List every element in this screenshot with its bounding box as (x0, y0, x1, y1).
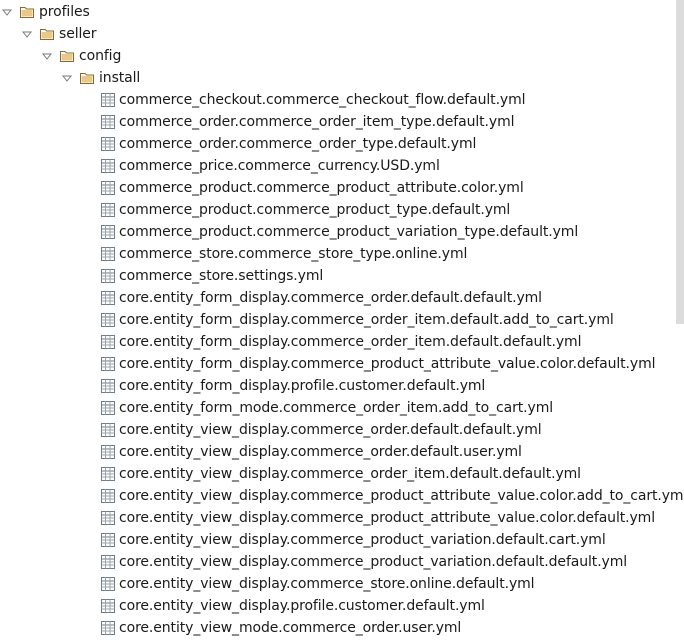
tree-row-file[interactable]: core.entity_view_display.commerce_order.… (101, 419, 542, 441)
yml-file-icon (101, 93, 115, 107)
tree-row-file[interactable]: core.entity_view_mode.commerce_order.use… (101, 617, 461, 639)
yml-file-icon (101, 467, 115, 481)
file-label: commerce_store.commerce_store_type.onlin… (119, 246, 468, 262)
tree-row-file[interactable]: commerce_order.commerce_order_item_type.… (101, 111, 515, 133)
tree-row-file[interactable]: core.entity_form_display.commerce_order_… (101, 309, 614, 331)
yml-file-icon (101, 423, 115, 437)
file-label: core.entity_view_display.commerce_store.… (119, 576, 535, 592)
yml-file-icon (101, 335, 115, 349)
yml-file-icon (101, 225, 115, 239)
file-label: core.entity_form_display.commerce_produc… (119, 356, 656, 372)
yml-file-icon (101, 511, 115, 525)
yml-file-icon (101, 115, 115, 129)
yml-file-icon (101, 577, 115, 591)
file-label: commerce_product.commerce_product_attrib… (119, 180, 524, 196)
folder-label: install (99, 70, 141, 86)
tree-row-file[interactable]: commerce_checkout.commerce_checkout_flow… (101, 89, 526, 111)
yml-file-icon (101, 445, 115, 459)
file-label: commerce_order.commerce_order_type.defau… (119, 136, 477, 152)
tree-row-seller[interactable]: seller (22, 23, 97, 45)
file-label: core.entity_view_display.commerce_produc… (119, 510, 655, 526)
folder-icon (80, 72, 94, 84)
file-label: core.entity_view_display.profile.custome… (119, 598, 485, 614)
yml-file-icon (101, 379, 115, 393)
chevron-down-icon[interactable] (62, 73, 72, 83)
yml-file-icon (101, 401, 115, 415)
folder-icon (20, 6, 34, 18)
folder-label: config (79, 48, 122, 64)
file-label: core.entity_view_display.commerce_produc… (119, 488, 684, 504)
tree-row-file[interactable]: core.entity_view_display.commerce_produc… (101, 485, 684, 507)
file-label: commerce_store.settings.yml (119, 268, 324, 284)
file-label: core.entity_form_mode.commerce_order_ite… (119, 400, 554, 416)
file-label: commerce_product.commerce_product_type.d… (119, 202, 511, 218)
yml-file-icon (101, 181, 115, 195)
folder-label: profiles (39, 4, 90, 20)
tree-row-file[interactable]: core.entity_form_display.commerce_order.… (101, 287, 542, 309)
file-label: core.entity_view_display.commerce_order_… (119, 466, 581, 482)
tree-row-file[interactable]: core.entity_view_display.commerce_store.… (101, 573, 535, 595)
tree-row-file[interactable]: core.entity_view_display.profile.custome… (101, 595, 485, 617)
file-label: core.entity_form_display.commerce_order_… (119, 334, 582, 350)
tree-row-file[interactable]: core.entity_view_display.commerce_order_… (101, 463, 581, 485)
file-label: core.entity_view_mode.commerce_order.use… (119, 620, 462, 636)
file-label: core.entity_view_display.commerce_order.… (119, 422, 542, 438)
file-label: commerce_order.commerce_order_item_type.… (119, 114, 515, 130)
project-file-tree: profiles seller config install commerce_… (0, 0, 684, 644)
file-label: commerce_price.commerce_currency.USD.yml (119, 158, 440, 174)
yml-file-icon (101, 159, 115, 173)
tree-row-profiles[interactable]: profiles (2, 1, 90, 23)
tree-row-file[interactable]: core.entity_view_display.commerce_produc… (101, 529, 606, 551)
tree-row-file[interactable]: core.entity_view_display.commerce_produc… (101, 507, 655, 529)
tree-row-file[interactable]: core.entity_view_display.commerce_produc… (101, 551, 627, 573)
yml-file-icon (101, 357, 115, 371)
file-label: core.entity_view_display.commerce_order.… (119, 444, 522, 460)
tree-row-file[interactable]: core.entity_form_mode.commerce_order_ite… (101, 397, 553, 419)
tree-row-file[interactable]: commerce_order.commerce_order_type.defau… (101, 133, 476, 155)
tree-row-file[interactable]: commerce_price.commerce_currency.USD.yml (101, 155, 440, 177)
yml-file-icon (101, 247, 115, 261)
file-label: core.entity_form_display.commerce_order.… (119, 290, 542, 306)
yml-file-icon (101, 599, 115, 613)
yml-file-icon (101, 269, 115, 283)
chevron-down-icon[interactable] (2, 7, 12, 17)
yml-file-icon (101, 137, 115, 151)
tree-row-file[interactable]: core.entity_form_display.commerce_produc… (101, 353, 656, 375)
vertical-scrollbar[interactable] (676, 0, 684, 324)
tree-row-file[interactable]: commerce_product.commerce_product_attrib… (101, 177, 524, 199)
tree-row-file[interactable]: core.entity_form_display.profile.custome… (101, 375, 485, 397)
yml-file-icon (101, 291, 115, 305)
file-label: core.entity_form_display.commerce_order_… (119, 312, 614, 328)
yml-file-icon (101, 203, 115, 217)
folder-icon (60, 50, 74, 62)
yml-file-icon (101, 313, 115, 327)
yml-file-icon (101, 533, 115, 547)
file-label: core.entity_form_display.profile.custome… (119, 378, 486, 394)
tree-row-file[interactable]: commerce_product.commerce_product_type.d… (101, 199, 510, 221)
file-label: core.entity_view_display.commerce_produc… (119, 554, 628, 570)
tree-row-config[interactable]: config (42, 45, 121, 67)
file-label: core.entity_view_display.commerce_produc… (119, 532, 606, 548)
tree-row-file[interactable]: commerce_store.commerce_store_type.onlin… (101, 243, 467, 265)
file-label: commerce_product.commerce_product_variat… (119, 224, 579, 240)
yml-file-icon (101, 489, 115, 503)
chevron-down-icon[interactable] (22, 29, 32, 39)
tree-row-file[interactable]: commerce_product.commerce_product_variat… (101, 221, 578, 243)
yml-file-icon (101, 621, 115, 635)
tree-row-file[interactable]: core.entity_form_display.commerce_order_… (101, 331, 581, 353)
folder-icon (40, 28, 54, 40)
chevron-down-icon[interactable] (42, 51, 52, 61)
tree-row-file[interactable]: commerce_store.settings.yml (101, 265, 323, 287)
tree-row-file[interactable]: core.entity_view_display.commerce_order.… (101, 441, 522, 463)
file-label: commerce_checkout.commerce_checkout_flow… (119, 92, 526, 108)
tree-row-install[interactable]: install (62, 67, 140, 89)
yml-file-icon (101, 555, 115, 569)
folder-label: seller (59, 26, 97, 42)
